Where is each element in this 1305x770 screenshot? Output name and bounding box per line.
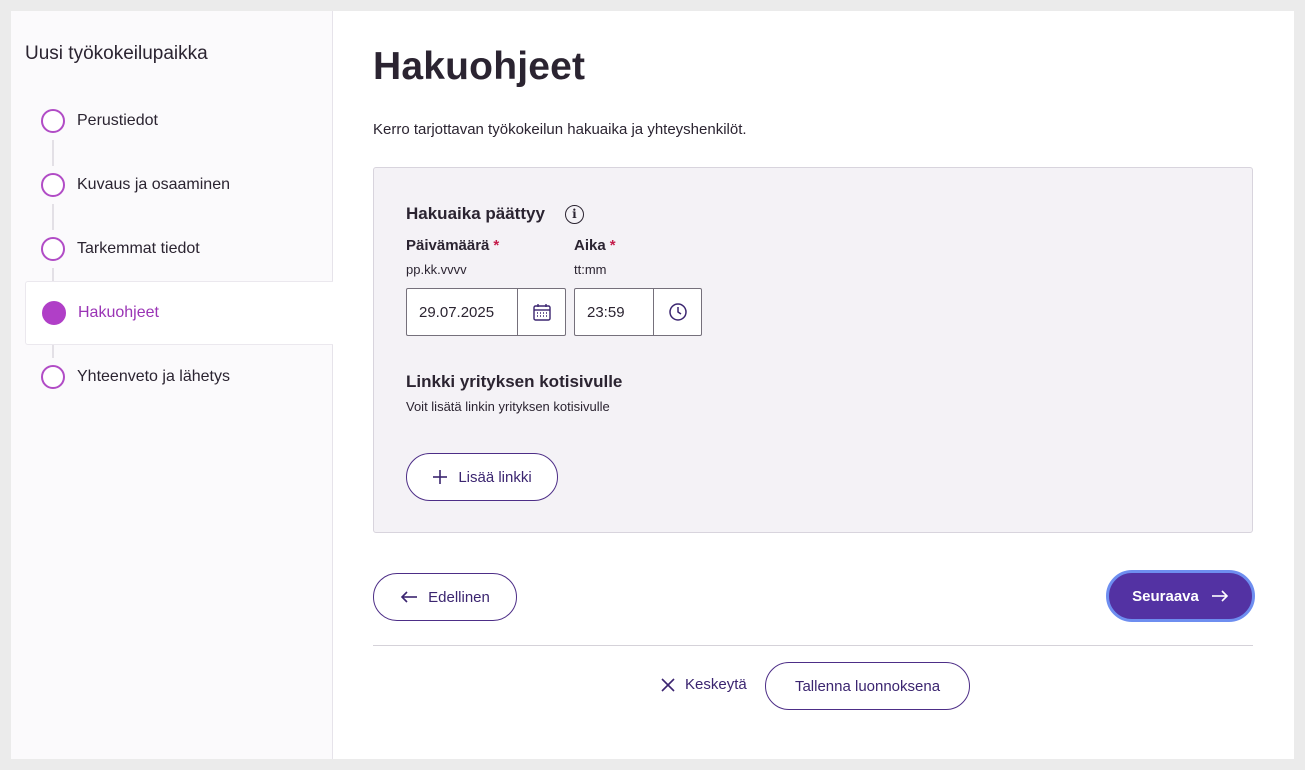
page-title: Hakuohjeet: [373, 45, 586, 88]
step-label: Kuvaus ja osaaminen: [77, 176, 230, 193]
time-label: Aika *: [574, 237, 616, 254]
deadline-heading: Hakuaika päättyy i: [406, 204, 584, 224]
step-status-icon: [41, 365, 65, 389]
calendar-icon[interactable]: [517, 289, 565, 335]
step-label: Perustiedot: [77, 112, 158, 129]
step-status-icon: [41, 109, 65, 133]
homepage-link-description: Voit lisätä linkin yrityksen kotisivulle: [406, 399, 610, 414]
main-content: Hakuohjeet Kerro tarjottavan työkokeilun…: [373, 11, 1255, 759]
step-status-icon: [42, 301, 66, 325]
plus-icon: [433, 470, 448, 484]
info-icon[interactable]: i: [564, 204, 584, 224]
step-status-icon: [41, 237, 65, 261]
save-draft-button[interactable]: Tallenna luonnoksena: [765, 662, 970, 710]
required-mark: *: [493, 237, 500, 254]
next-button[interactable]: Seuraava: [1106, 570, 1255, 622]
deadline-heading-text: Hakuaika päättyy: [406, 204, 545, 223]
close-icon: [661, 677, 675, 692]
step-status-icon: [41, 173, 65, 197]
step-tarkemmat-tiedot[interactable]: Tarkemmat tiedot: [25, 217, 333, 281]
cancel-label: Keskeytä: [685, 676, 747, 693]
time-format-hint: tt:mm: [574, 262, 607, 277]
date-label-text: Päivämäärä: [406, 237, 490, 254]
date-format-hint: pp.kk.vvvv: [406, 262, 467, 277]
clock-icon[interactable]: [653, 289, 701, 335]
time-input[interactable]: 23:59: [574, 288, 702, 336]
footer-divider: [373, 645, 1253, 646]
arrow-right-icon: [1211, 590, 1228, 602]
step-list: Perustiedot Kuvaus ja osaaminen Tarkemma…: [25, 89, 333, 409]
date-input-value[interactable]: 29.07.2025: [407, 304, 517, 321]
step-yhteenveto-ja-lahetys[interactable]: Yhteenveto ja lähetys: [25, 345, 333, 409]
cancel-button[interactable]: Keskeytä: [661, 676, 747, 693]
step-label: Yhteenveto ja lähetys: [77, 368, 230, 385]
previous-label: Edellinen: [428, 588, 490, 606]
step-perustiedot[interactable]: Perustiedot: [25, 89, 333, 153]
homepage-link-heading: Linkki yrityksen kotisivulle: [406, 372, 623, 391]
app-frame: Uusi työkokeilupaikka Perustiedot Kuvaus…: [11, 11, 1294, 759]
time-label-text: Aika: [574, 237, 606, 254]
step-label: Hakuohjeet: [78, 304, 159, 321]
step-label: Tarkemmat tiedot: [77, 240, 200, 257]
add-link-button[interactable]: Lisää linkki: [406, 453, 558, 501]
add-link-label: Lisää linkki: [458, 468, 532, 486]
required-mark: *: [609, 237, 616, 254]
sidebar: Uusi työkokeilupaikka Perustiedot Kuvaus…: [11, 11, 333, 759]
arrow-left-icon: [401, 591, 418, 603]
step-hakuohjeet[interactable]: Hakuohjeet: [25, 281, 333, 345]
application-deadline-panel: Hakuaika päättyy i Päivämäärä * pp.kk.vvv…: [373, 167, 1253, 533]
save-draft-label: Tallenna luonnoksena: [794, 677, 941, 695]
previous-button[interactable]: Edellinen: [373, 573, 517, 621]
date-label: Päivämäärä *: [406, 237, 499, 254]
next-label: Seuraava: [1132, 587, 1199, 605]
sidebar-title: Uusi työkokeilupaikka: [25, 43, 208, 64]
page-intro: Kerro tarjottavan työkokeilun hakuaika j…: [373, 121, 747, 138]
time-input-value[interactable]: 23:59: [575, 304, 653, 321]
date-input[interactable]: 29.07.2025: [406, 288, 566, 336]
step-kuvaus-ja-osaaminen[interactable]: Kuvaus ja osaaminen: [25, 153, 333, 217]
